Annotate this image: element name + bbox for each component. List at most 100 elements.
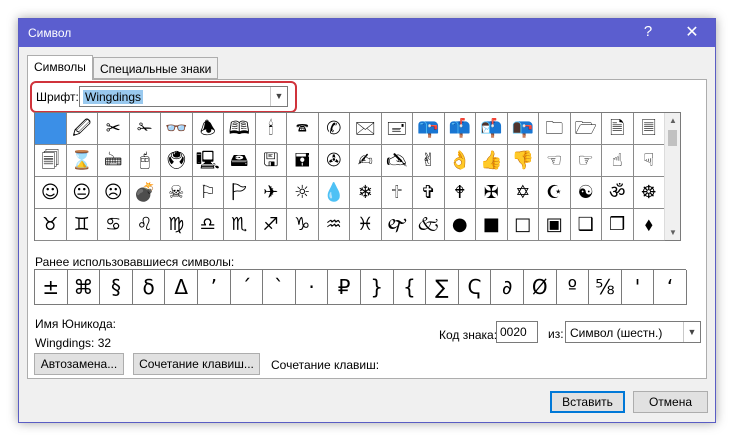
symbol-cell[interactable]: 🕈 [444,177,476,209]
symbol-cell[interactable]: ♋ [98,209,130,241]
recent-symbol-cell[interactable]: º [556,270,590,305]
shortcut-key-button[interactable]: Сочетание клавиш... [133,353,260,375]
cancel-button[interactable]: Отмена [633,391,708,413]
symbol-cell[interactable]: 🖬 [287,145,319,177]
symbol-cell[interactable]: ✡ [507,177,539,209]
recent-symbol-cell[interactable]: ´ [230,270,264,305]
recent-symbol-cell[interactable]: Ø [523,270,557,305]
symbol-cell[interactable]: ♐ [255,209,287,241]
recent-symbol-cell[interactable]: ` [263,270,296,305]
symbol-cell[interactable]: ♉ [35,209,67,241]
symbol-cell[interactable]: ✞ [413,177,445,209]
tab-symbols[interactable]: Символы [27,55,93,80]
symbol-cell[interactable]: ✌ [413,145,445,177]
symbol-cell[interactable]: ❄ [350,177,382,209]
symbol-cell[interactable]: 🖳 [192,145,224,177]
symbol-cell[interactable]: 💧 [318,177,350,209]
symbol-cell[interactable]: 🕯 [255,113,287,145]
symbol-cell[interactable]: ✠ [476,177,508,209]
symbol-cell[interactable]: ♏ [224,209,256,241]
symbol-cell[interactable]: ⌛ [66,145,98,177]
symbol-cell[interactable]: 🗎 [602,113,634,145]
symbol-cell[interactable]: ✂ [98,113,130,145]
tab-special-characters[interactable]: Специальные знаки [93,57,219,79]
symbol-cell[interactable]: 🖴 [224,145,256,177]
symbol-cell[interactable]: ■ [476,209,508,241]
symbol-cell[interactable]: 👎 [507,145,539,177]
help-button[interactable]: ? [640,23,656,40]
autocorrect-button[interactable]: Автозамена... [34,353,124,375]
symbol-cell[interactable]: 🕭 [192,113,224,145]
insert-button[interactable]: Вставить [550,391,625,413]
symbol-cell[interactable]: ☟ [633,145,665,177]
symbol-cell[interactable]: ☺ [35,177,67,209]
symbol-cell[interactable]: 📭 [507,113,539,145]
recent-symbol-cell[interactable]: · [295,270,329,305]
symbol-cell[interactable]: 👍 [476,145,508,177]
symbol-cell[interactable]: ▣ [539,209,571,241]
symbol-cell[interactable]: 🖮 [98,145,130,177]
recent-symbol-cell[interactable]: δ [132,270,166,305]
scroll-up-icon[interactable]: ▲ [665,116,681,125]
symbol-cell[interactable]: ♒ [318,209,350,241]
symbol-cell[interactable]: 📪 [413,113,445,145]
symbol-cell[interactable]: 🖃 [381,113,413,145]
symbol-cell[interactable]: 🏱 [224,177,256,209]
symbol-cell[interactable]: ☪ [539,177,571,209]
symbol-cell[interactable]: 📬 [476,113,508,145]
symbol-cell[interactable]: 🖰 [129,145,161,177]
symbol-cell[interactable]: 🖉 [66,113,98,145]
symbol-cell[interactable]: 📫 [444,113,476,145]
symbol-cell[interactable]: ✍ [350,145,382,177]
symbol-cell[interactable]: ☹ [98,177,130,209]
symbol-cell[interactable]: 🖂 [350,113,382,145]
recent-symbol-cell[interactable]: Ҁ [458,270,492,305]
symbol-cell[interactable]: 🗐 [35,145,67,177]
symbol-cell[interactable]: 🗀 [539,113,571,145]
chevron-down-icon[interactable]: ▼ [683,322,700,342]
scroll-down-icon[interactable]: ▼ [665,228,681,237]
symbol-cell[interactable]: ☯ [570,177,602,209]
recent-symbol-cell[interactable]: ‘ [654,270,687,305]
recent-symbol-cell[interactable]: ₽ [328,270,361,305]
recent-symbol-cell[interactable]: ∂ [491,270,524,305]
from-dropdown[interactable]: Символ (шестн.) ▼ [565,321,701,343]
symbol-cell[interactable]: ✇ [318,145,350,177]
symbol-cell[interactable]: 🖫 [255,145,287,177]
symbol-cell[interactable]: ✁ [129,113,161,145]
close-button[interactable]: ✕ [682,22,702,42]
symbol-cell[interactable]: 🕆 [381,177,413,209]
symbol-cell[interactable]: ♌ [129,209,161,241]
symbol-cell[interactable]: ♑ [287,209,319,241]
recent-symbol-cell[interactable]: ’ [197,270,231,305]
symbol-cell[interactable]: 👌 [444,145,476,177]
recent-symbol-cell[interactable]: ' [621,270,655,305]
symbol-cell[interactable]: ♎ [192,209,224,241]
symbol-cell[interactable]: 🙰 [381,209,413,241]
symbol-cell[interactable]: ♓ [350,209,382,241]
symbol-cell[interactable]: ❒ [602,209,634,241]
symbol-cell[interactable]: ☝ [602,145,634,177]
symbol-cell[interactable]: ⬧ [633,209,665,241]
symbol-cell[interactable]: ॐ [602,177,634,209]
symbol-cell[interactable]: ☸ [633,177,665,209]
recent-symbol-cell[interactable]: ⌘ [67,270,101,305]
symbol-cell[interactable]: ● [444,209,476,241]
recent-symbol-cell[interactable]: Δ [165,270,198,305]
symbol-cell[interactable]: 🙵 [413,209,445,241]
symbol-cell[interactable]: 🖲 [161,145,193,177]
symbol-cell[interactable] [35,113,67,145]
symbol-cell[interactable]: ☞ [570,145,602,177]
symbol-cell[interactable]: ⚐ [192,177,224,209]
symbol-cell[interactable]: 🕮 [224,113,256,145]
symbol-cell[interactable]: ☼ [287,177,319,209]
recent-symbol-cell[interactable]: { [393,270,427,305]
symbol-cell[interactable]: ♊ [66,209,98,241]
symbol-cell[interactable]: ✈ [255,177,287,209]
symbol-cell[interactable]: ☜ [539,145,571,177]
symbol-cell[interactable]: □ [507,209,539,241]
recent-symbol-cell[interactable]: } [360,270,394,305]
symbol-cell[interactable]: 🖎 [381,145,413,177]
symbol-grid-scrollbar[interactable]: ▲ ▼ [664,113,680,240]
symbol-cell[interactable]: ♍ [161,209,193,241]
